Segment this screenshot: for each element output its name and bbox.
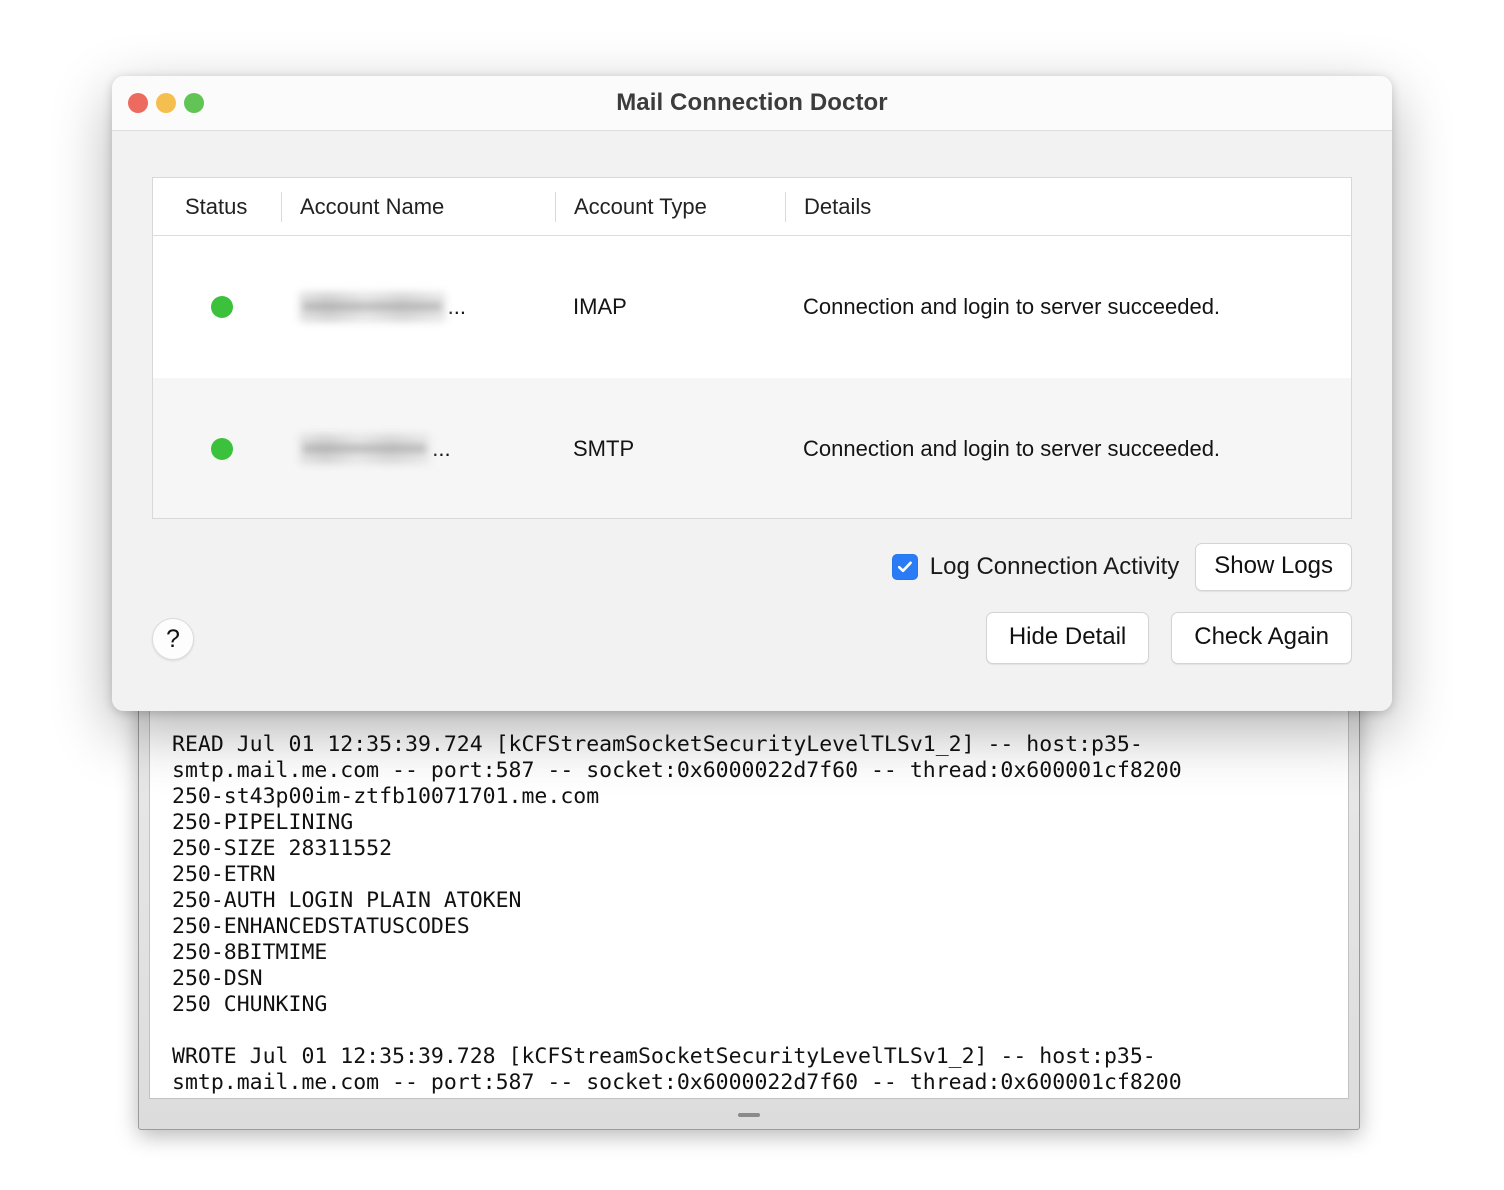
account-type-cell: IMAP	[555, 294, 785, 320]
log-text-area[interactable]: READ Jul 01 12:35:39.724 [kCFStreamSocke…	[149, 699, 1349, 1099]
column-header-account-name[interactable]: Account Name	[281, 192, 555, 222]
details-cell: Connection and login to server succeeded…	[785, 436, 1351, 462]
dialog-action-buttons: Hide Detail Check Again	[986, 612, 1352, 664]
account-name-ellipsis: ...	[448, 294, 466, 320]
status-cell	[153, 296, 281, 318]
close-button-icon[interactable]	[128, 93, 148, 113]
status-success-dot-icon	[211, 296, 233, 318]
screen: READ Jul 01 12:35:39.724 [kCFStreamSocke…	[0, 0, 1504, 1190]
accounts-table: Status Account Name Account Type Details…	[152, 177, 1352, 519]
titlebar: Mail Connection Doctor	[112, 76, 1392, 131]
table-row[interactable]: •••••••••••••••• ... SMTP Connection and…	[153, 378, 1351, 519]
account-name-cell: •••••••••••••••••• ...	[281, 292, 555, 322]
account-name-redacted: ••••••••••••••••••	[299, 292, 446, 322]
minimize-button-icon[interactable]	[156, 93, 176, 113]
resize-grip-handle[interactable]	[738, 1113, 760, 1117]
zoom-button-icon[interactable]	[184, 93, 204, 113]
show-logs-button[interactable]: Show Logs	[1195, 543, 1352, 591]
account-type-cell: SMTP	[555, 436, 785, 462]
log-activity-row: Log Connection Activity Show Logs	[892, 543, 1352, 591]
account-name-cell: •••••••••••••••• ...	[281, 434, 555, 464]
table-row[interactable]: •••••••••••••••••• ... IMAP Connection a…	[153, 236, 1351, 378]
table-header-row: Status Account Name Account Type Details	[153, 178, 1351, 236]
traffic-lights	[128, 93, 204, 113]
connection-log-window[interactable]: READ Jul 01 12:35:39.724 [kCFStreamSocke…	[138, 690, 1360, 1130]
help-button[interactable]: ?	[152, 618, 194, 660]
column-header-account-type[interactable]: Account Type	[555, 192, 785, 222]
dialog-body: Status Account Name Account Type Details…	[112, 131, 1392, 711]
details-cell: Connection and login to server succeeded…	[785, 294, 1351, 320]
account-name-ellipsis: ...	[432, 436, 450, 462]
checkbox-checked-icon[interactable]	[892, 554, 918, 580]
log-connection-activity-label: Log Connection Activity	[930, 553, 1179, 581]
column-header-status[interactable]: Status	[153, 192, 281, 222]
hide-detail-button[interactable]: Hide Detail	[986, 612, 1149, 664]
check-again-button[interactable]: Check Again	[1171, 612, 1352, 664]
window-title: Mail Connection Doctor	[112, 89, 1392, 117]
column-header-details[interactable]: Details	[785, 192, 1351, 222]
status-success-dot-icon	[211, 438, 233, 460]
status-cell	[153, 438, 281, 460]
account-name-redacted: ••••••••••••••••	[299, 434, 430, 464]
log-text-content: READ Jul 01 12:35:39.724 [kCFStreamSocke…	[172, 732, 1342, 1099]
log-connection-activity-checkbox[interactable]: Log Connection Activity	[892, 553, 1179, 581]
mail-connection-doctor-dialog: Mail Connection Doctor Status Account Na…	[112, 76, 1392, 711]
